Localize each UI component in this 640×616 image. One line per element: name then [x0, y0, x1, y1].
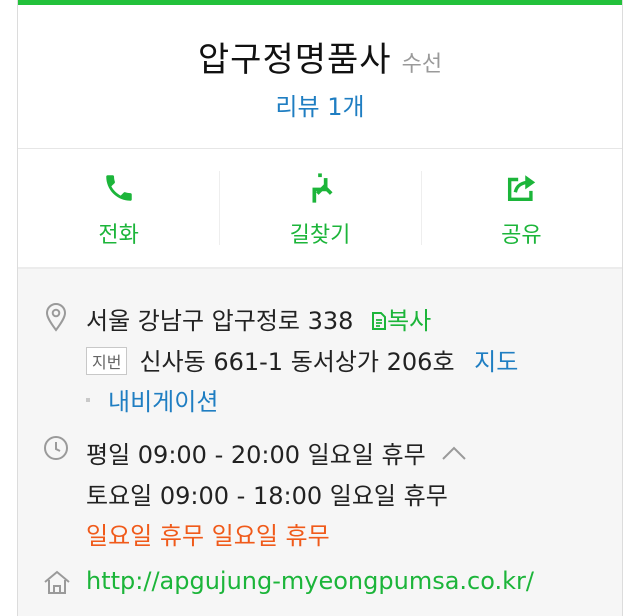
place-header: 압구정명품사 수선 리뷰 1개	[18, 5, 622, 148]
map-link[interactable]: 지도	[474, 348, 518, 376]
phone-icon	[105, 175, 132, 201]
navigation-row: 내비게이션	[86, 382, 218, 417]
home-icon	[44, 570, 70, 594]
lot-address: 신사동 661-1 동서상가 206호	[139, 348, 455, 376]
lot-address-badge: 지번	[86, 347, 128, 375]
call-label: 전화	[98, 223, 139, 248]
call-button[interactable]: 전화	[18, 149, 219, 267]
lot-address-row: 지번 신사동 661-1 동서상가 206호 지도	[86, 342, 518, 377]
directions-icon	[312, 173, 333, 203]
share-label: 공유	[501, 223, 542, 248]
title-row: 압구정명품사 수선	[18, 32, 622, 81]
place-category: 수선	[401, 52, 443, 77]
copy-icon	[372, 312, 387, 330]
website-link[interactable]: http://apgujung-myeongpumsa.co.kr/	[86, 567, 534, 595]
weekday-hours: 평일 09:00 - 20:00 일요일 휴무	[86, 441, 426, 469]
road-address: 서울 강남구 압구정로 338	[86, 307, 354, 335]
directions-button[interactable]: 길찾기	[219, 149, 420, 267]
place-title: 압구정명품사	[197, 40, 392, 80]
place-card: 압구정명품사 수선 리뷰 1개 전화 길찾기 공유 서울 강남구 압구정로 33…	[17, 0, 623, 616]
holiday-hours: 일요일 휴무 일요일 휴무	[86, 522, 330, 550]
review-count-link[interactable]: 리뷰 1개	[18, 87, 622, 122]
copy-button[interactable]: 복사	[369, 307, 431, 335]
share-icon	[508, 175, 536, 202]
action-bar: 전화 길찾기 공유	[18, 149, 622, 267]
saturday-hours: 토요일 09:00 - 18:00 일요일 휴무	[86, 482, 448, 510]
place-info: 서울 강남구 압구정로 338 복사 지번 신사동 661-1 동서상가 206호…	[18, 269, 622, 616]
directions-label: 길찾기	[289, 223, 351, 248]
navigation-link[interactable]: 내비게이션	[108, 388, 218, 416]
road-address-row: 서울 강남구 압구정로 338 복사	[86, 301, 431, 336]
bullet	[86, 398, 90, 402]
copy-label: 복사	[387, 307, 432, 335]
chevron-up-icon[interactable]	[441, 445, 467, 461]
share-button[interactable]: 공유	[421, 149, 622, 267]
location-pin-icon	[45, 303, 67, 332]
clock-icon	[44, 436, 68, 460]
weekday-hours-row[interactable]: 평일 09:00 - 20:00 일요일 휴무	[86, 435, 467, 470]
